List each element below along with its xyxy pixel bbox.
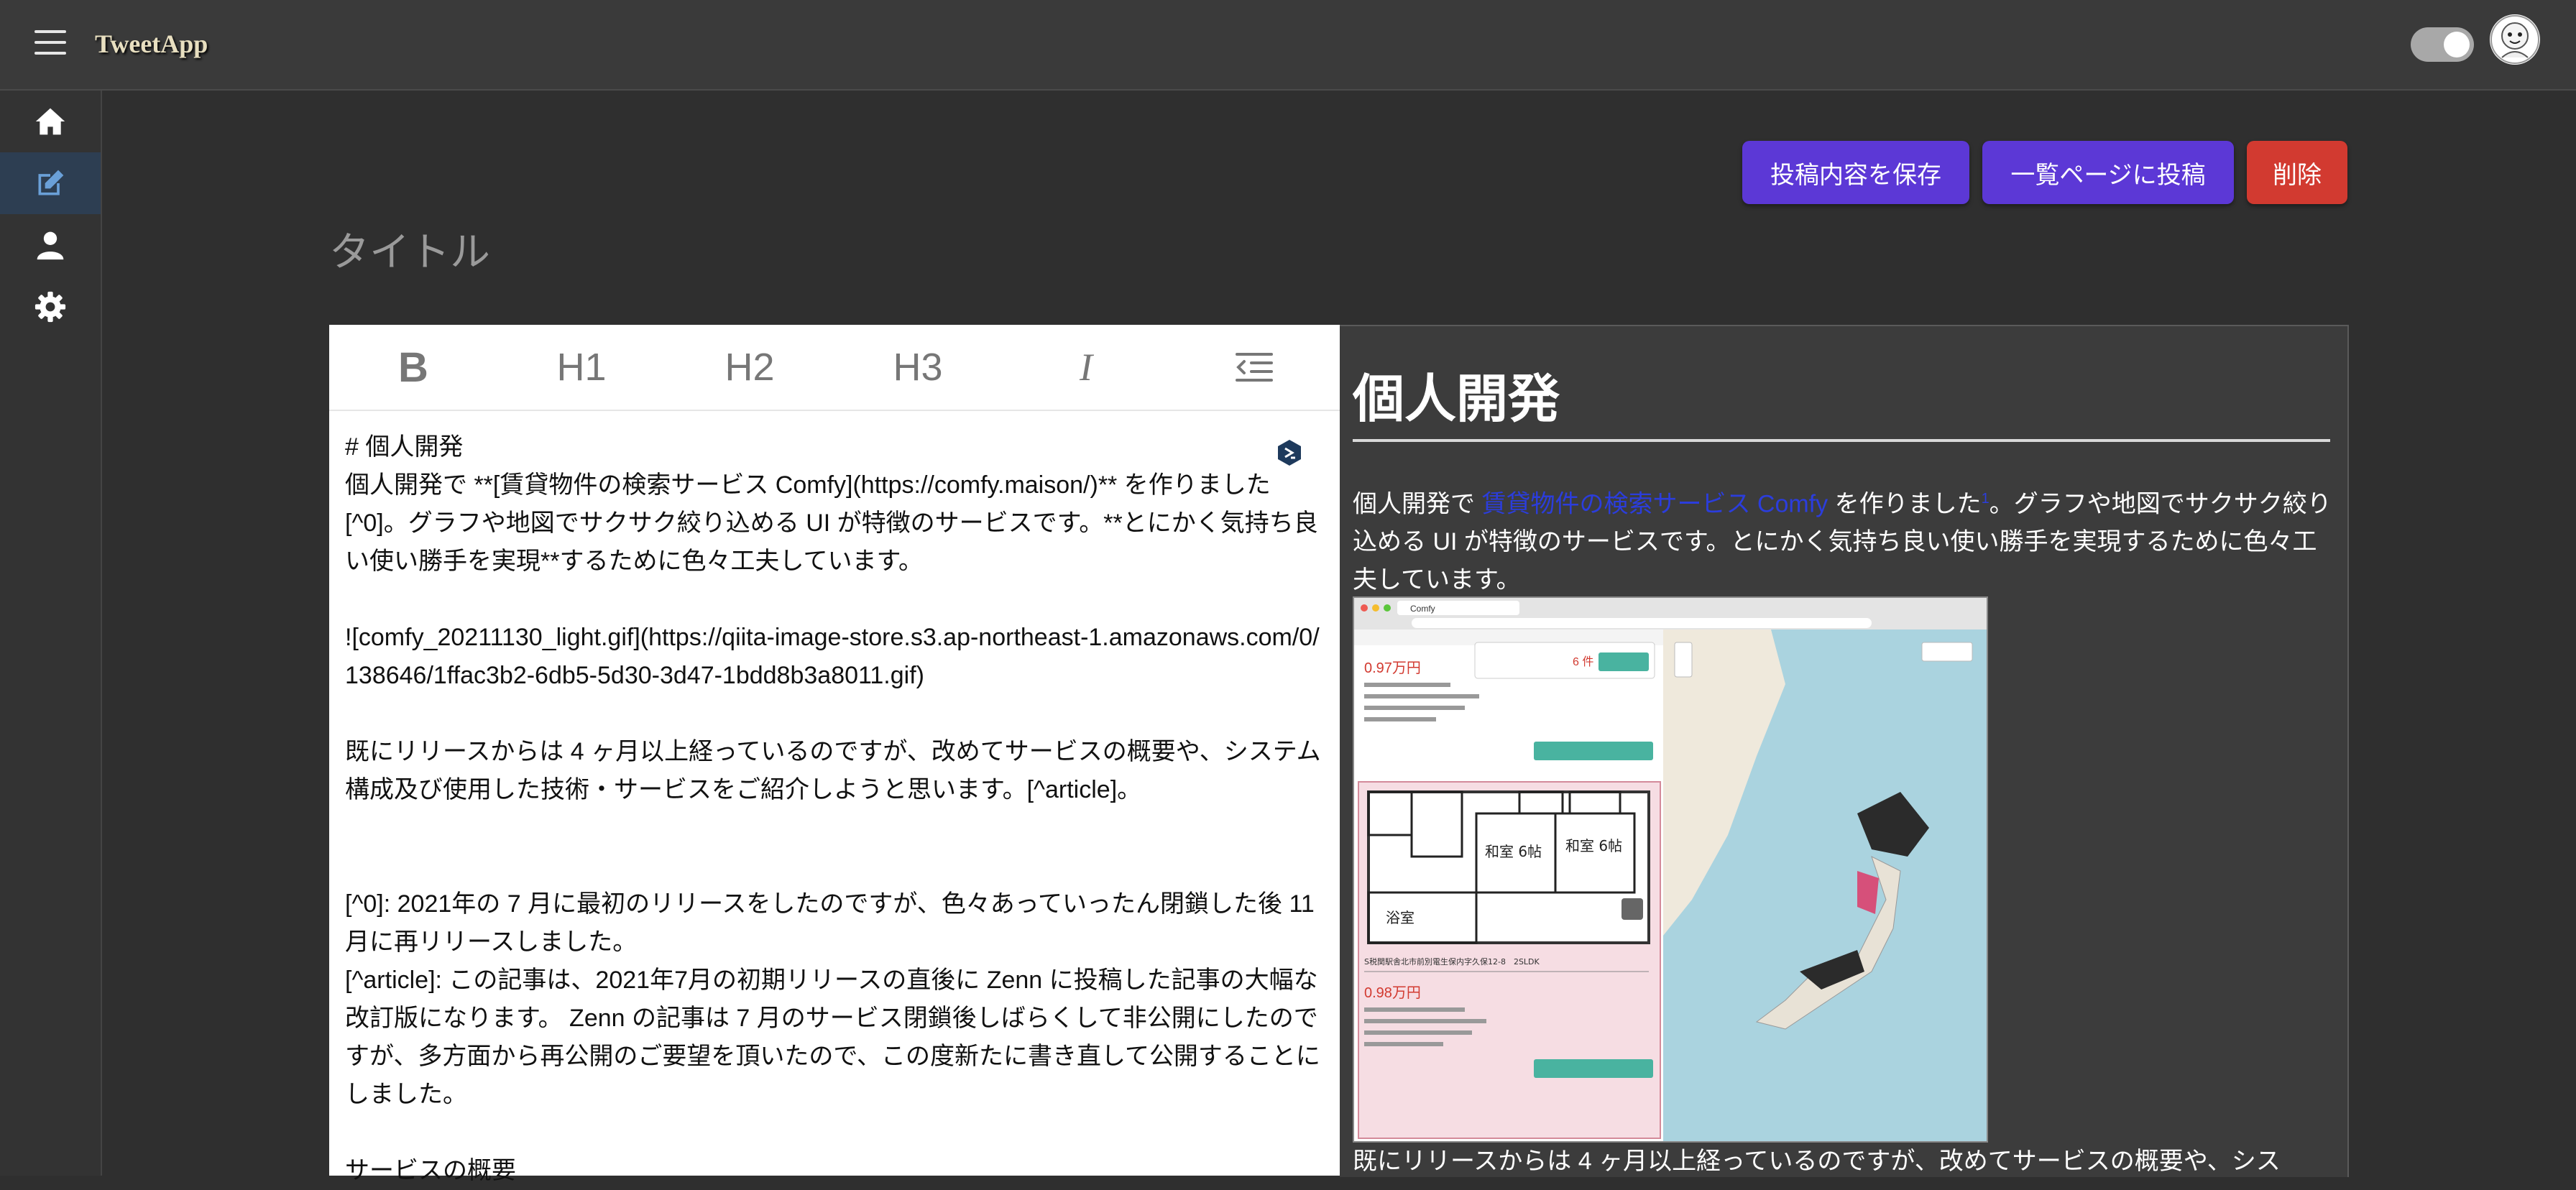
- preview-screenshot-image: Comfy 0.97万円 6 件 和室 6帖 和室 6帖 浴室 S税関駅舎北市前…: [1353, 596, 1988, 1143]
- floor-plan-room-2: 和室 6帖: [1565, 837, 1622, 854]
- app-screenshot-illustration: Comfy 0.97万円 6 件 和室 6帖 和室 6帖 浴室 S税関駅舎北市前…: [1354, 598, 1987, 1141]
- save-button[interactable]: 投稿内容を保存: [1742, 141, 1969, 204]
- tab-title: Comfy: [1410, 604, 1435, 614]
- user-icon: [37, 231, 64, 260]
- editor-textarea[interactable]: # 個人開発 個人開発で **[賃貸物件の検索サービス Comfy](https…: [345, 428, 1322, 1190]
- quote-icon: [1236, 353, 1273, 382]
- edit-icon: [38, 170, 64, 195]
- menu-icon[interactable]: [34, 30, 66, 56]
- listing-address: S税関駅舎北市前別電生保内字久保12-8 2SLDK: [1364, 956, 1540, 967]
- floor-plan-bath: 浴室: [1386, 909, 1414, 926]
- toggle-knob: [2444, 32, 2470, 57]
- sidebar-item-profile[interactable]: [0, 214, 101, 276]
- title-input[interactable]: タイトル: [329, 220, 490, 278]
- editor-line: 既にリリースからは 4 ヶ月以上経っているのですが、改めてサービスの概要や、シス…: [345, 738, 1321, 803]
- preview-text: を作りました: [1828, 490, 1982, 518]
- italic-button[interactable]: I: [1002, 325, 1170, 410]
- sidebar-item-settings[interactable]: [0, 276, 101, 338]
- preview-paragraph: 個人開発で 賃貸物件の検索サービス Comfy を作りました1。グラフや地図でサ…: [1353, 480, 2333, 599]
- preview-paragraph-2: 既にリリースからは 4 ヶ月以上経っているのですが、改めてサービスの概要や、シス: [1353, 1148, 2281, 1175]
- bold-button[interactable]: B: [329, 325, 497, 410]
- h3-button[interactable]: H3: [834, 325, 1002, 410]
- sidebar-item-edit[interactable]: [0, 152, 101, 214]
- editor-line: サービスの概要: [345, 1157, 516, 1184]
- preview-link[interactable]: 賃貸物件の検索サービス Comfy: [1481, 490, 1828, 517]
- sidebar: [0, 91, 102, 1176]
- home-icon: [35, 108, 65, 135]
- floor-plan-room-1: 和室 6帖: [1485, 843, 1542, 860]
- listing-price-2: 0.98万円: [1364, 985, 1421, 1001]
- post-button[interactable]: 一覧ページに投稿: [1982, 141, 2234, 204]
- markdown-preview: 個人開発 個人開発で 賃貸物件の検索サービス Comfy を作りました1。グラフ…: [1340, 325, 2349, 1177]
- editor-line: # 個人開発: [345, 433, 464, 461]
- avatar[interactable]: [2490, 14, 2540, 65]
- gear-icon: [34, 291, 66, 323]
- theme-toggle[interactable]: [2411, 27, 2474, 62]
- top-bar: TweetApp: [0, 0, 2576, 91]
- h2-button[interactable]: H2: [666, 325, 834, 410]
- h1-button[interactable]: H1: [497, 325, 666, 410]
- result-count: 6 件: [1573, 655, 1593, 668]
- preview-text: 個人開発で: [1353, 490, 1482, 518]
- brand-logo[interactable]: TweetApp: [95, 29, 208, 59]
- preview-heading: 個人開発: [1353, 356, 2330, 442]
- listing-price-1: 0.97万円: [1364, 660, 1421, 676]
- editor-line: [^article]: この記事は、2021年7月の初期リリースの直後に Zen…: [345, 967, 1320, 1108]
- editor-line: ![comfy_20211130_light.gif](https://qiit…: [345, 624, 1320, 689]
- sidebar-item-home[interactable]: [0, 91, 101, 152]
- editor-toolbar: B H1 H2 H3 I: [329, 325, 1340, 411]
- footnote-ref[interactable]: 1: [1982, 491, 1990, 507]
- markdown-editor: B H1 H2 H3 I # 個人開発 個人開発で **[賃貸物件の検索サービス…: [329, 325, 1340, 1184]
- editor-line: [^0]: 2021年の 7 月に最初のリリースをしたのですが、色々あっていった…: [345, 890, 1322, 956]
- avatar-face-icon: [2490, 15, 2539, 64]
- quote-button[interactable]: [1170, 325, 1338, 410]
- editor-line: 個人開発で **[賃貸物件の検索サービス Comfy](https://comf…: [345, 471, 1318, 575]
- delete-button[interactable]: 削除: [2247, 141, 2347, 204]
